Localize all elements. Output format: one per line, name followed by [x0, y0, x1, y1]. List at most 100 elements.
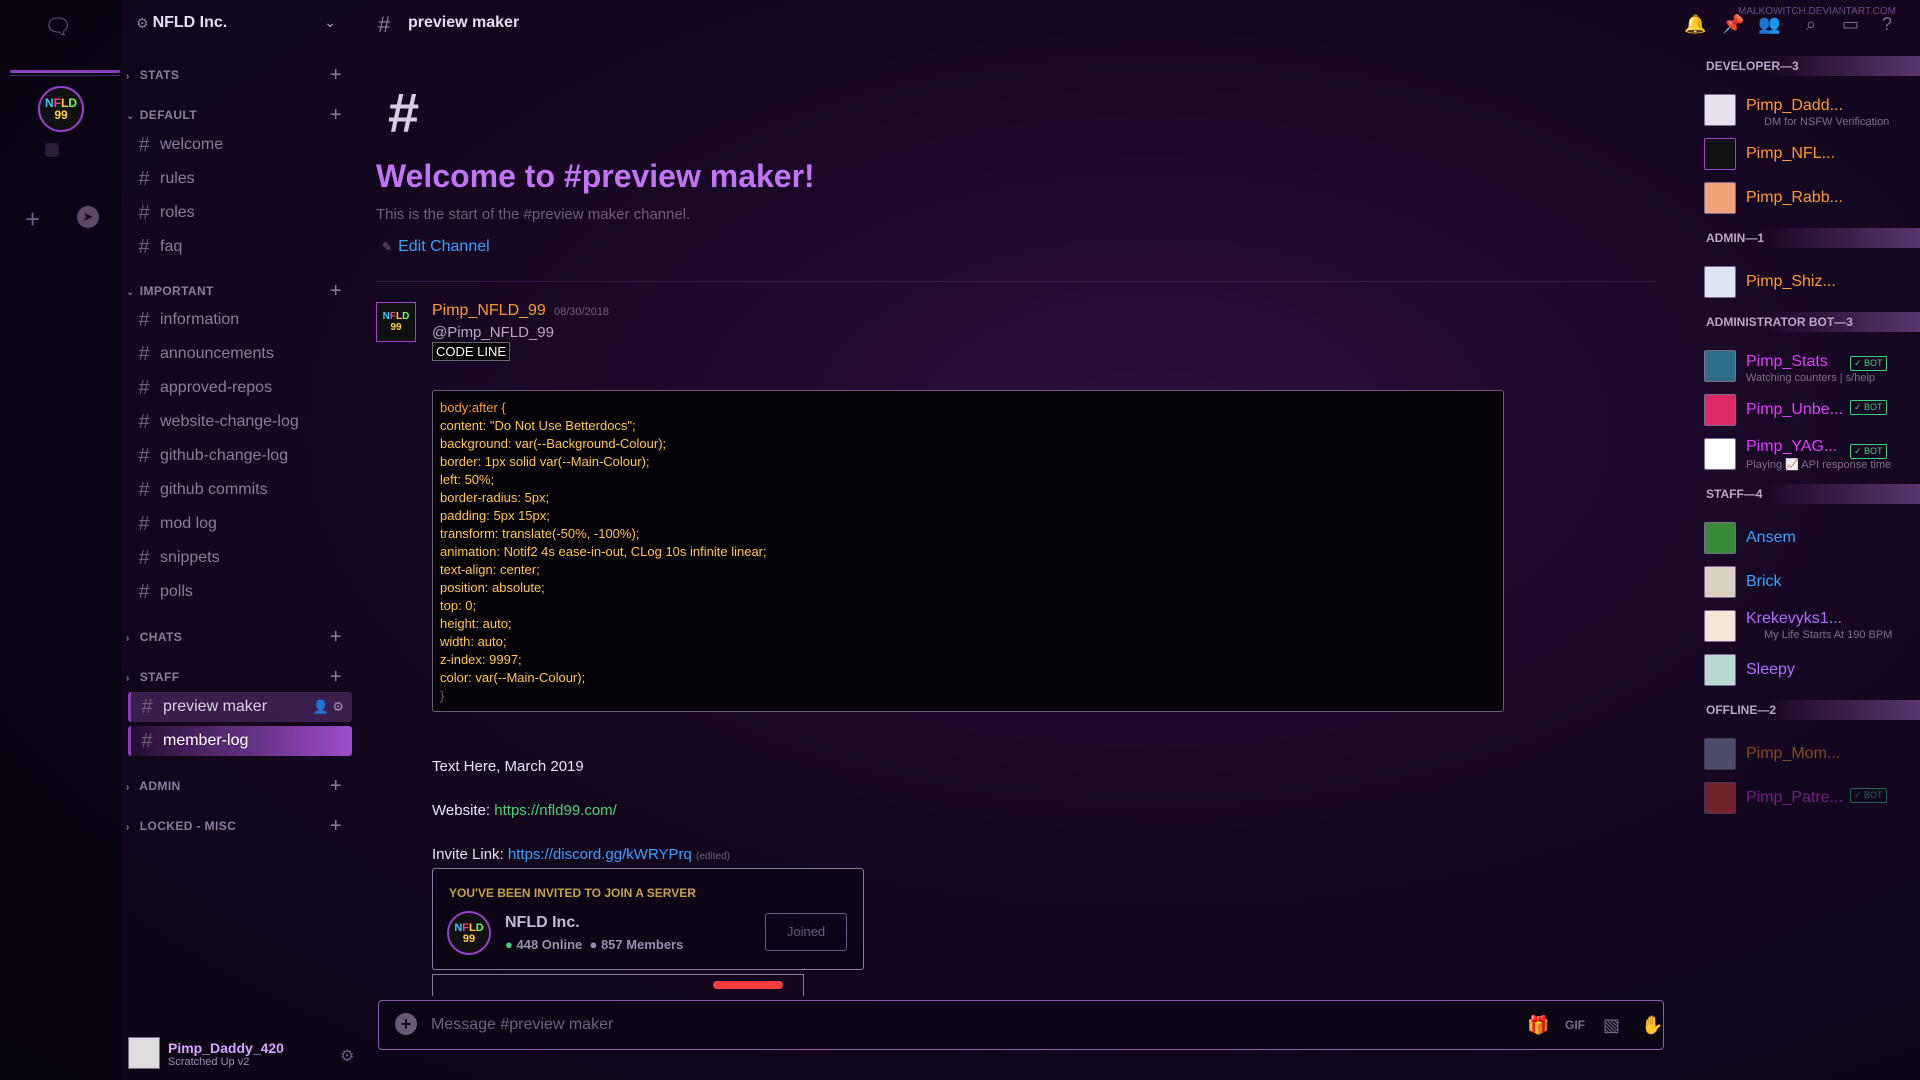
category-label: IMPORTANT [139, 284, 214, 298]
sticker-icon[interactable]: ▧ [1603, 1015, 1620, 1036]
member-name: Pimp_Mom... [1746, 745, 1841, 762]
add-server-icon[interactable]: + [25, 204, 40, 235]
add-channel-icon[interactable]: + [330, 280, 342, 303]
channel-information[interactable]: # information [128, 305, 352, 335]
bot-badge: ✓ BOT [1850, 400, 1887, 415]
channel-roles[interactable]: # roles [128, 198, 352, 228]
welcome-heading: Welcome to #preview maker! [376, 158, 815, 194]
member-dot-icon: ● [589, 937, 598, 952]
attach-plus-icon[interactable]: + [395, 1013, 417, 1035]
category-locked-misc[interactable]: › LOCKED - MISC + [122, 815, 362, 837]
channel-label: snippets [160, 549, 220, 566]
add-channel-icon[interactable]: + [330, 104, 342, 127]
server-header[interactable]: ⚙ NFLD Inc. ⌄ [122, 0, 362, 46]
server-icon-nfld[interactable]: NFLD 99 [38, 86, 84, 132]
channel-polls[interactable]: # polls [128, 577, 352, 607]
website-link[interactable]: https://nfld99.com/ [494, 802, 617, 819]
member-item[interactable]: Pimp_NFL... [1698, 134, 1920, 174]
guild-separator-thin [10, 75, 120, 76]
invite-member-icon[interactable]: 👤 [313, 699, 329, 714]
category-important[interactable]: ⌄ IMPORTANT + [122, 280, 362, 302]
channel-website-change-log[interactable]: # website-change-log [128, 407, 352, 437]
category-chats[interactable]: › CHATS + [122, 626, 362, 648]
avatar [1704, 654, 1736, 686]
channel-label: announcements [160, 345, 274, 362]
hash-icon: # [138, 235, 150, 258]
chevron-down-icon[interactable]: ⌄ [324, 14, 336, 31]
channel-label: roles [160, 204, 195, 221]
emoji-icon[interactable]: ✋ [1641, 1015, 1663, 1036]
channel-snippets[interactable]: # snippets [128, 543, 352, 573]
hash-icon: # [138, 133, 150, 156]
code-line: z-index: 9997; [440, 652, 522, 667]
channel-github-commits[interactable]: # github commits [128, 475, 352, 505]
category-label: ADMIN [139, 779, 181, 793]
channel-github-change-log[interactable]: # github-change-log [128, 441, 352, 471]
website-line: Website: https://nfld99.com/ [432, 802, 617, 819]
code-line: border-radius: 5px; [440, 490, 550, 505]
member-item[interactable]: Pimp_Mom... [1698, 734, 1920, 774]
channel-label: preview maker [163, 698, 268, 715]
channel-member-log[interactable]: # member-log [128, 726, 352, 756]
explore-compass-icon[interactable]: ➤ [77, 206, 99, 228]
add-channel-icon[interactable]: + [330, 626, 342, 649]
member-item[interactable]: Pimp_Stats ✓ BOT Watching counters | s/h… [1698, 346, 1920, 386]
guild-rail: 🗨 NFLD 99 + ➤ [0, 0, 122, 1080]
member-item[interactable]: Sleepy [1698, 650, 1920, 690]
gift-icon[interactable]: 🎁 [1527, 1015, 1549, 1036]
member-item[interactable]: Pimp_YAG... ✓ BOT Playing 📈 API response… [1698, 434, 1920, 474]
channel-announcements[interactable]: # announcements [128, 339, 352, 369]
message-text: Text Here, March 2019 [432, 758, 584, 775]
channel-welcome[interactable]: # welcome [128, 130, 352, 160]
category-staff[interactable]: › STAFF + [122, 666, 362, 688]
gif-icon[interactable]: GIF [1565, 1018, 1585, 1032]
invite-link[interactable]: https://discord.gg/kWRYPrq [508, 846, 692, 863]
member-item[interactable]: Brick [1698, 562, 1920, 602]
chevron-down-icon: ⌄ [126, 287, 135, 298]
channel-settings-icon[interactable]: ⚙ [332, 699, 344, 714]
member-item[interactable]: Ansem [1698, 518, 1920, 558]
hash-icon: # [141, 695, 153, 718]
online-count: 448 Online [516, 937, 583, 952]
channel-label: member-log [163, 732, 249, 749]
channel-title: preview maker [408, 14, 520, 31]
add-channel-icon[interactable]: + [330, 815, 342, 838]
channel-label: github commits [160, 481, 268, 498]
add-channel-icon[interactable]: + [330, 775, 342, 798]
category-admin[interactable]: › ADMIN + [122, 775, 362, 797]
bot-badge: ✓ BOT [1850, 444, 1887, 459]
message-author[interactable]: Pimp_NFLD_99 [432, 302, 546, 320]
category-stats[interactable]: › STATS + [122, 64, 362, 86]
channel-label: github-change-log [160, 447, 289, 464]
member-status: My Life Starts At 190 BPM [1764, 629, 1893, 641]
invite-line: Invite Link: https://discord.gg/kWRYPrq … [432, 846, 730, 863]
member-item[interactable]: Pimp_Shiz... [1698, 262, 1920, 302]
message-input[interactable] [431, 1009, 1431, 1041]
channel-preview-maker[interactable]: # preview maker 👤 ⚙ [128, 692, 352, 722]
member-item[interactable]: Pimp_Rabb... [1698, 178, 1920, 218]
joined-button[interactable]: Joined [765, 913, 847, 951]
add-channel-icon[interactable]: + [330, 64, 342, 87]
category-default[interactable]: ⌄ DEFAULT + [122, 104, 362, 126]
member-name: Pimp_Patre... [1746, 789, 1843, 806]
member-item[interactable]: Pimp_Patre... ✓ BOT [1698, 778, 1920, 818]
user-settings-gear-icon[interactable]: ⚙ [340, 1046, 354, 1066]
mention[interactable]: @Pimp_NFLD_99 [432, 324, 554, 341]
code-block: body:after { content: "Do Not Use Better… [432, 390, 1504, 712]
member-item[interactable]: Pimp_Unbe... ✓ BOT [1698, 390, 1920, 430]
avatar[interactable] [128, 1037, 160, 1069]
server-icon-small[interactable] [45, 143, 59, 157]
home-chat-icon[interactable]: 🗨 [44, 14, 72, 39]
member-item[interactable]: Krekevyks1... My Life Starts At 190 BPM [1698, 606, 1920, 646]
add-channel-icon[interactable]: + [330, 666, 342, 689]
channel-faq[interactable]: # faq [128, 232, 352, 262]
channel-mod-log[interactable]: # mod log [128, 509, 352, 539]
channel-rules[interactable]: # rules [128, 164, 352, 194]
edit-channel-label: Edit Channel [398, 238, 490, 255]
channel-approved-repos[interactable]: # approved-repos [128, 373, 352, 403]
edit-channel-link[interactable]: ✎ Edit Channel [382, 238, 490, 256]
code-line: position: absolute; [440, 580, 545, 595]
member-item[interactable]: Pimp_Dadd... DM for NSFW Verification [1698, 90, 1920, 130]
role-header-admin: ADMIN—1 [1698, 228, 1920, 248]
avatar[interactable]: NFLD 99 [376, 302, 416, 342]
